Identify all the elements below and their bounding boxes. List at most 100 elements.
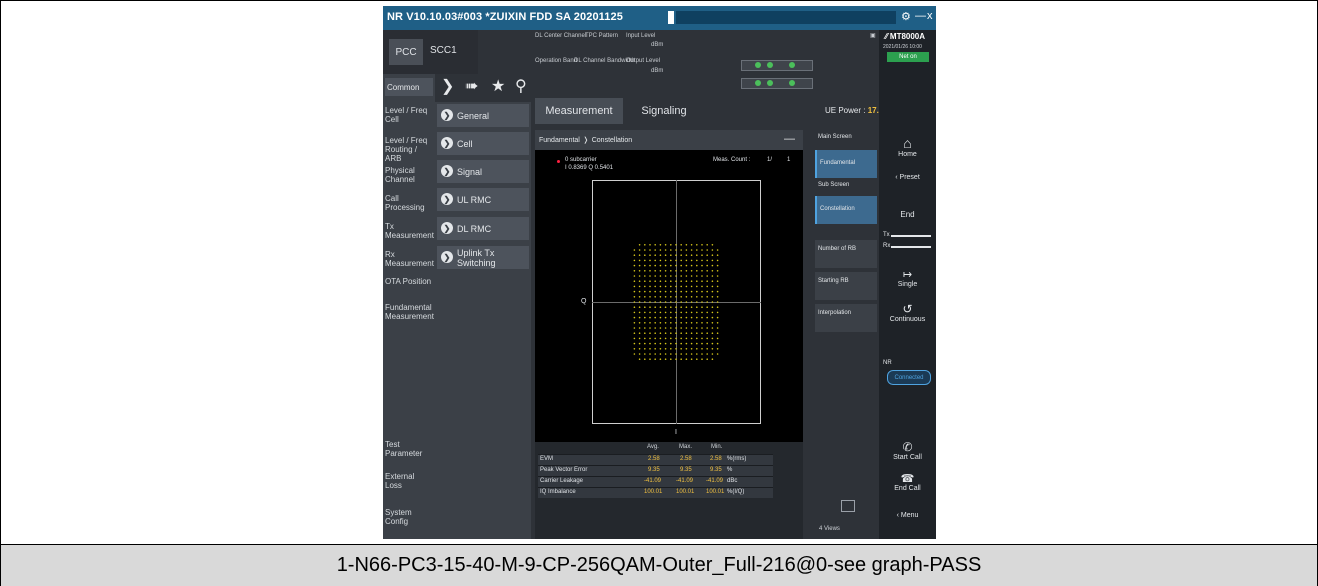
nav-item-level-freq-cell[interactable]: Level / Freq Cell [385,106,433,124]
chevron-right-icon: ❯ [441,193,453,205]
continuous-button[interactable]: ↺ Continuous [879,302,936,323]
nav-item-tx-measurement[interactable]: Tx Measurement [385,222,434,240]
category-general[interactable]: ❯ General [437,104,529,127]
constellation-point [670,342,672,345]
category-dl-rmc[interactable]: ❯ DL RMC [437,217,529,240]
nav-item-call-processing[interactable]: Call Processing [385,194,433,212]
constellation-point [664,270,667,272]
minimize-button[interactable]: — [915,10,926,22]
interpolation-button[interactable]: Interpolation [815,304,877,332]
constellation-point [664,249,667,251]
window-title: NR V10.10.03#003 *ZUIXIN FDD SA 20201125 [387,11,623,23]
constellation-point [659,264,662,267]
end-button[interactable]: End [879,210,936,219]
constellation-point [690,285,693,288]
constellation-point [670,348,672,350]
constellation-point [706,244,708,246]
constellation-point [644,264,646,267]
category-cell[interactable]: ❯ Cell [437,132,529,155]
constellation-point [706,249,708,251]
main-screen-fundamental[interactable]: Fundamental [815,150,877,178]
expand-icon[interactable]: ❯ [441,76,454,96]
nav-item-physical-channel[interactable]: Physical Channel [385,166,433,184]
search-icon[interactable]: ⚲ [515,76,527,96]
tx-bar [891,235,931,237]
home-button[interactable]: ⌂ Home [879,135,936,158]
constellation-point [706,311,708,314]
step-forward-icon[interactable]: ➠ [465,76,478,96]
tab-pcc[interactable]: PCC [389,39,423,65]
close-button[interactable]: x [927,10,933,22]
output-level-label: Output Level [626,58,661,64]
constellation-point [675,285,677,288]
constellation-point [711,358,714,360]
views-button[interactable]: 4 Views [815,496,879,539]
chevron-right-icon: ❯ [441,251,453,263]
tab-measurement[interactable]: Measurement [535,98,623,124]
constellation-point [670,301,672,303]
constellation-point [690,301,693,303]
tpc-pattern-label: TPC Pattern [585,33,619,39]
constellation-point [706,301,708,303]
breadcrumb-fundamental[interactable]: Fundamental [539,137,580,144]
constellation-point [696,259,698,262]
menu-button[interactable]: ‹ Menu [879,512,936,519]
panel-collapse-button[interactable]: — [784,133,795,145]
constellation-point [638,311,641,314]
settings-icon[interactable]: ⚙ [901,10,911,23]
nav-item-external-loss[interactable]: External Loss [385,472,433,490]
constellation-point [644,296,646,298]
constellation-point [711,353,714,355]
constellation-point [675,311,677,314]
nav-item-test-parameter[interactable]: Test Parameter [385,440,433,458]
nav-item-rx-measurement[interactable]: Rx Measurement [385,250,434,268]
grid-icon [841,500,855,512]
category-uplink-tx-switching[interactable]: ❯ Uplink Tx Switching [437,246,529,269]
nav-item-ota-position[interactable]: OTA Position [385,277,433,286]
connected-badge[interactable]: Connected [887,370,931,385]
constellation-point [706,290,708,293]
constellation-point [690,254,693,256]
end-call-button[interactable]: ☎ End Call [879,472,936,492]
constellation-point [685,327,688,329]
constellation-point [664,358,667,360]
tab-scc1[interactable]: SCC1 [430,45,457,56]
column-header-avg: Avg. [647,444,659,450]
constellation-point [664,327,667,329]
preset-button[interactable]: ‹ Preset [879,174,936,181]
sub-screen-constellation[interactable]: Constellation [815,196,877,224]
constellation-point [638,280,641,282]
constellation-point [670,254,672,256]
row-unit: %(I/Q) [727,489,745,495]
status-area: DL Center Channel TPC Pattern Input Leve… [531,30,886,96]
constellation-point [696,348,698,350]
nav-item-level-freq-routing[interactable]: Level / Freq Routing / ARB [385,136,433,163]
number-of-rb-button[interactable]: Number of RB [815,240,877,268]
constellation-point [706,322,708,324]
nav-item-system-config[interactable]: System Config [385,508,433,526]
constellation-point [685,290,688,293]
constellation-point [670,275,672,277]
row-max: 100.01 [676,489,695,495]
nav-item-fundamental-measurement[interactable]: Fundamental Measurement [385,303,434,321]
start-call-button[interactable]: ✆ Start Call [879,440,936,461]
constellation-point [680,342,682,345]
constellation-point [680,353,682,355]
constellation-point [711,264,714,267]
row-max: 9.35 [680,467,692,473]
category-signal[interactable]: ❯ Signal [437,160,529,183]
constellation-point [638,353,641,355]
constellation-point [690,332,693,334]
row-min: -41.09 [706,478,724,484]
nav-common[interactable]: Common [385,78,433,96]
collapse-icon[interactable]: ▣ [870,32,876,39]
constellation-point [649,342,651,345]
category-ul-rmc[interactable]: ❯ UL RMC [437,188,529,211]
constellation-point [685,332,688,334]
app-window: NR V10.10.03#003 *ZUIXIN FDD SA 20201125… [383,6,936,539]
starting-rb-button[interactable]: Starting RB [815,272,877,300]
single-button[interactable]: ↦ Single [879,268,936,288]
tab-signaling[interactable]: Signaling [627,98,701,124]
star-icon[interactable]: ★ [491,76,505,96]
constellation-point [644,316,646,319]
